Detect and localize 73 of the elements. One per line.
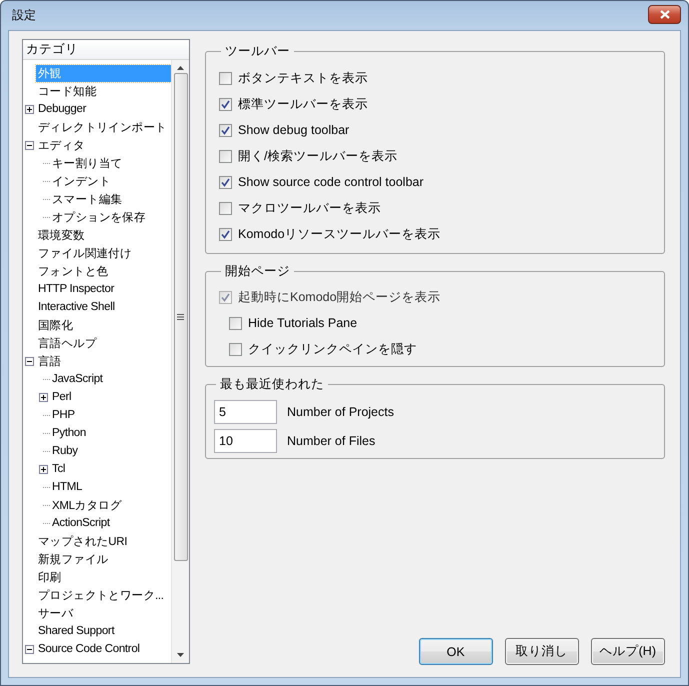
close-button[interactable] <box>648 5 681 24</box>
dialog-button[interactable]: 取り消し <box>504 638 579 665</box>
tree-item[interactable]: Python <box>50 426 88 440</box>
checkbox[interactable] <box>219 176 232 188</box>
group-title: ツールバー <box>224 43 291 60</box>
window-title: 設定 <box>12 7 36 24</box>
tree-item[interactable]: XMLカタログ <box>50 496 124 514</box>
tree-item[interactable]: ファイル関連付け <box>36 244 134 262</box>
tree-item[interactable]: ディレクトリインポート <box>36 118 169 136</box>
option-label: Show source code control toolbar <box>238 175 424 189</box>
tree-item[interactable]: キー割り当て <box>50 154 124 172</box>
tree-item[interactable]: Interactive Shell <box>36 300 117 314</box>
tree-item[interactable]: エディタ <box>36 136 87 154</box>
tree-item[interactable]: サーバ <box>36 604 76 622</box>
scroll-down-icon[interactable] <box>177 653 184 657</box>
tree-item[interactable]: Shared Support <box>36 624 116 638</box>
checkbox[interactable] <box>219 228 232 240</box>
checkbox[interactable] <box>219 72 232 84</box>
checkbox[interactable] <box>219 124 232 136</box>
checkbox[interactable] <box>219 98 232 110</box>
tree-item[interactable]: 言語ヘルプ <box>36 334 99 352</box>
scroll-thumb[interactable] <box>174 73 188 561</box>
tree-item[interactable]: スマート編集 <box>50 190 124 208</box>
field-label: Number of Files <box>287 434 376 448</box>
collapse-icon[interactable] <box>25 356 34 366</box>
scroll-up-icon[interactable] <box>177 66 184 70</box>
tree-item[interactable]: フォントと色 <box>36 262 110 280</box>
group-title: 開始ページ <box>224 263 291 280</box>
tree-item[interactable]: 環境変数 <box>36 226 87 244</box>
tree-item[interactable]: 新規ファイル <box>36 550 110 568</box>
option-label: マクロツールバーを表示 <box>238 200 381 216</box>
tree-item[interactable]: マップされたURI <box>36 532 130 550</box>
tree-item[interactable]: 印刷 <box>36 568 64 586</box>
tree-item[interactable]: プロジェクトとワーク... <box>36 586 166 604</box>
option-label: 開く/検索ツールバーを表示 <box>238 148 398 164</box>
expand-icon[interactable] <box>25 104 34 114</box>
scrollbar[interactable] <box>171 60 189 663</box>
tree-item[interactable]: Source Code Control <box>36 642 142 656</box>
tree-item[interactable]: インデント <box>50 172 113 190</box>
collapse-icon[interactable] <box>25 140 34 150</box>
collapse-icon[interactable] <box>25 644 34 654</box>
number-field[interactable]: 10 <box>214 429 277 453</box>
number-field[interactable]: 5 <box>214 400 277 424</box>
column-header: カテゴリ <box>23 40 189 60</box>
tree-item[interactable]: Debugger <box>36 102 88 116</box>
field-label: Number of Projects <box>287 405 394 419</box>
tree-item[interactable]: PHP <box>50 408 77 422</box>
option-label: ボタンテキストを表示 <box>238 70 368 86</box>
option-label: 起動時にKomodo開始ページを表示 <box>238 288 441 306</box>
tree-item[interactable]: JavaScript <box>50 372 105 386</box>
option-label: Hide Tutorials Pane <box>248 316 358 330</box>
tree-item[interactable]: Tcl <box>50 462 68 476</box>
option-label: クイックリンクペインを隠す <box>248 340 417 358</box>
tree-item[interactable]: オプションを保存 <box>50 208 148 226</box>
dialog-button[interactable]: ヘルプ(H) <box>590 638 665 665</box>
option-label: 標準ツールバーを表示 <box>238 96 368 112</box>
group-title: 最も最近使われた <box>219 376 325 393</box>
option-label: Komodoリソースツールバーを表示 <box>238 226 441 242</box>
expand-icon[interactable] <box>39 392 48 402</box>
checkbox[interactable] <box>219 150 232 162</box>
tree-item[interactable]: Perl <box>50 390 74 404</box>
tree-item[interactable]: 国際化 <box>36 316 76 334</box>
tree-item[interactable]: Ruby <box>50 444 80 458</box>
checkbox[interactable] <box>219 202 232 214</box>
expand-icon[interactable] <box>39 464 48 474</box>
dialog-button[interactable]: OK <box>418 638 493 665</box>
tree-item[interactable]: HTML <box>50 480 84 494</box>
tree-item[interactable]: コード知能 <box>36 82 99 100</box>
tree-item[interactable]: 言語 <box>36 352 64 370</box>
tree-item[interactable]: ActionScript <box>50 516 112 530</box>
close-icon <box>660 10 670 19</box>
tree-item[interactable]: HTTP Inspector <box>36 282 116 296</box>
option-label: Show debug toolbar <box>238 123 350 137</box>
